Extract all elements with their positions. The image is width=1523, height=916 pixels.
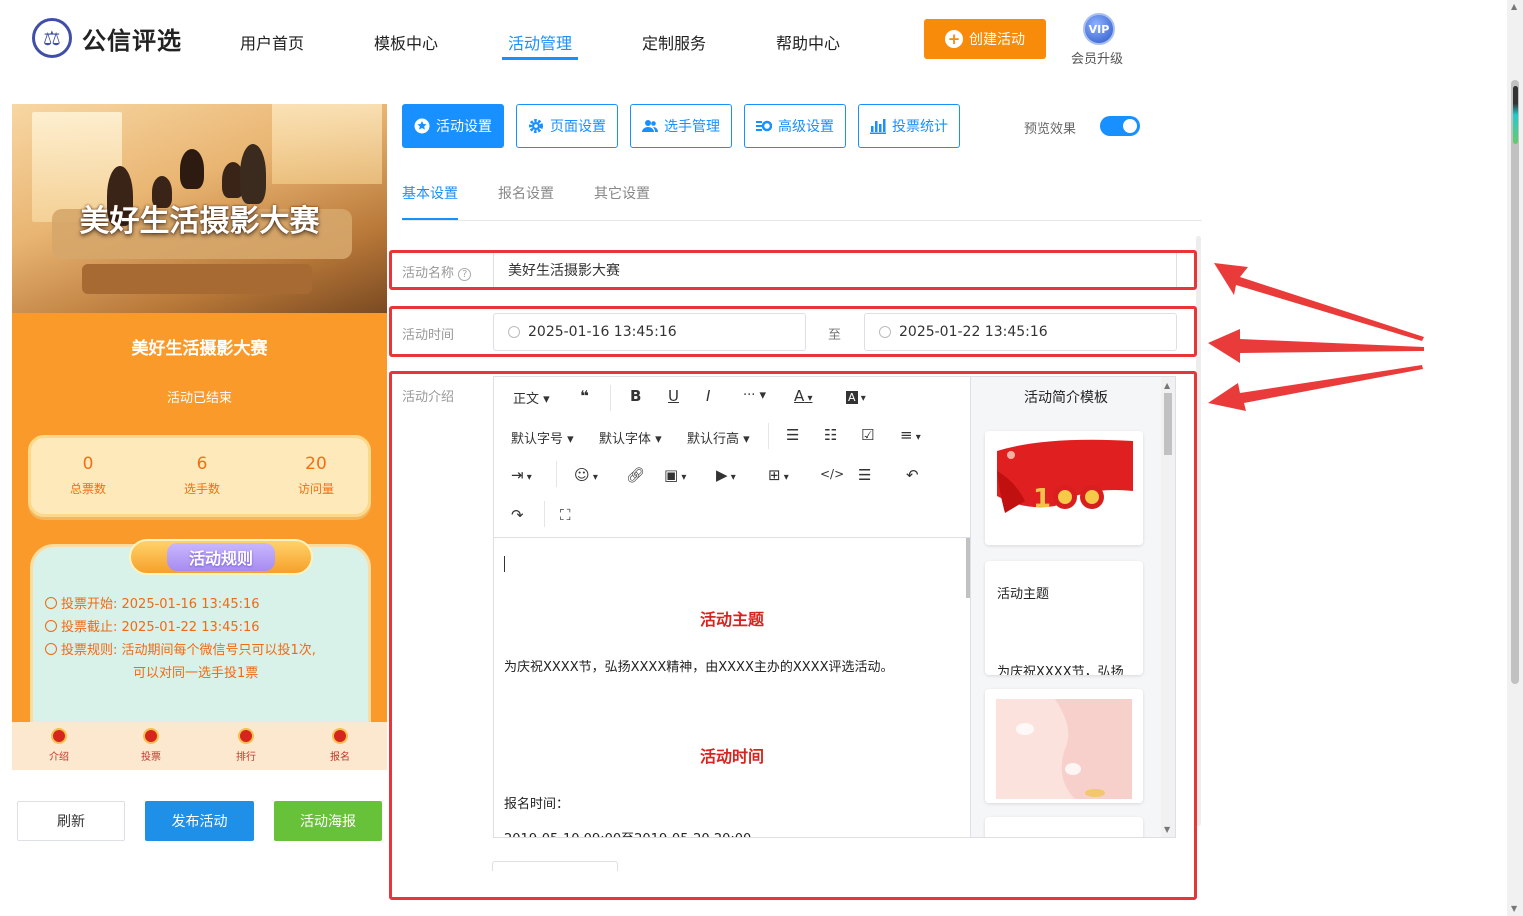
preview-toggle[interactable] xyxy=(1100,116,1140,136)
highlight-activity-name xyxy=(389,250,1197,290)
stats-box: 0 总票数 6 选手数 20 访问量 xyxy=(28,435,371,517)
banner-title: 美好生活摄影大赛 xyxy=(79,204,320,239)
highlight-activity-intro xyxy=(389,371,1197,900)
subtab-active-underline xyxy=(402,218,458,220)
highlight-activity-time xyxy=(389,306,1197,357)
scroll-down-icon[interactable]: ▼ xyxy=(1511,904,1517,913)
tab-rank[interactable]: 排行 xyxy=(226,728,266,763)
logo[interactable]: ⚖ 公信评选 xyxy=(32,18,182,58)
subtab-signup[interactable]: 报名设置 xyxy=(498,183,554,203)
bar-chart-icon xyxy=(870,119,886,134)
member-upgrade-link[interactable]: 会员升级 xyxy=(1071,48,1123,67)
nav-activity-management[interactable]: 活动管理 xyxy=(508,30,572,54)
stat-visits: 20 访问量 xyxy=(297,454,334,496)
arrow-icon xyxy=(1214,263,1424,341)
rules-title: 活动规则 xyxy=(129,539,313,575)
vote-icon xyxy=(143,728,159,744)
publish-button[interactable]: 发布活动 xyxy=(145,801,254,841)
intro-icon xyxy=(51,728,67,744)
mobile-preview: 美好生活摄影大赛 美好生活摄影大赛 活动已结束 0 总票数 6 选手数 20 访… xyxy=(12,104,387,770)
subtab-other[interactable]: 其它设置 xyxy=(594,183,650,203)
stat-total-votes: 0 总票数 xyxy=(69,454,106,496)
preview-status: 活动已结束 xyxy=(166,391,232,406)
rule-start: 投票开始: 2025-01-16 13:45:16 xyxy=(45,593,260,612)
tab-contestant-management[interactable]: 选手管理 xyxy=(630,104,732,148)
refresh-button[interactable]: 刷新 xyxy=(17,801,125,841)
create-activity-label: 创建活动 xyxy=(969,32,1025,48)
plus-icon: + xyxy=(945,30,963,48)
tab-advanced-settings[interactable]: 高级设置 xyxy=(744,104,846,148)
nav-template-center[interactable]: 模板中心 xyxy=(374,30,438,54)
vip-icon[interactable]: VIP xyxy=(1083,13,1115,45)
tab-activity-settings[interactable]: 活动设置 xyxy=(402,104,504,148)
tab-signup[interactable]: 报名 xyxy=(320,728,360,763)
scroll-up-icon[interactable]: ▲ xyxy=(1511,2,1517,11)
rank-icon xyxy=(238,728,254,744)
arrow-icon xyxy=(1208,365,1423,411)
gear-icon xyxy=(529,119,543,133)
tab-intro[interactable]: 介绍 xyxy=(39,728,79,763)
logo-text: 公信评选 xyxy=(82,26,182,55)
clock-icon xyxy=(45,597,57,609)
rule-vote: 投票规则: 活动期间每个微信号只可以投1次, xyxy=(45,639,316,658)
clock-icon xyxy=(45,620,57,632)
users-icon xyxy=(642,120,658,132)
nav-custom-service[interactable]: 定制服务 xyxy=(642,30,706,54)
tab-vote[interactable]: 投票 xyxy=(131,728,171,763)
nav-help-center[interactable]: 帮助中心 xyxy=(776,30,840,54)
settings-sliders-icon xyxy=(756,120,772,132)
nav-active-underline xyxy=(502,57,578,60)
preview-title: 美好生活摄影大赛 xyxy=(131,339,268,359)
page-scrollbar[interactable]: ▲ ▼ xyxy=(1507,0,1523,916)
star-icon xyxy=(414,118,430,134)
stat-contestants: 6 选手数 xyxy=(183,454,220,496)
scales-icon: ⚖ xyxy=(32,18,72,58)
tab-vote-statistics[interactable]: 投票统计 xyxy=(858,104,960,148)
create-activity-button[interactable]: + 创建活动 xyxy=(924,19,1046,59)
arrow-icon xyxy=(1208,329,1424,363)
poster-button[interactable]: 活动海报 xyxy=(274,801,382,841)
rule-end: 投票截止: 2025-01-22 13:45:16 xyxy=(45,616,260,635)
tab-page-settings[interactable]: 页面设置 xyxy=(516,104,618,148)
info-icon xyxy=(45,643,57,655)
subtab-basic[interactable]: 基本设置 xyxy=(402,183,458,203)
preview-tabbar: 介绍 投票 排行 报名 xyxy=(12,722,387,770)
preview-toggle-label: 预览效果 xyxy=(1024,122,1077,137)
annotation-arrows xyxy=(1208,263,1424,411)
signup-icon xyxy=(332,728,348,744)
nav-user-home[interactable]: 用户首页 xyxy=(240,30,304,54)
banner-image: 美好生活摄影大赛 xyxy=(12,104,387,313)
rule-vote-cont: 可以对同一选手投1票 xyxy=(133,666,259,681)
